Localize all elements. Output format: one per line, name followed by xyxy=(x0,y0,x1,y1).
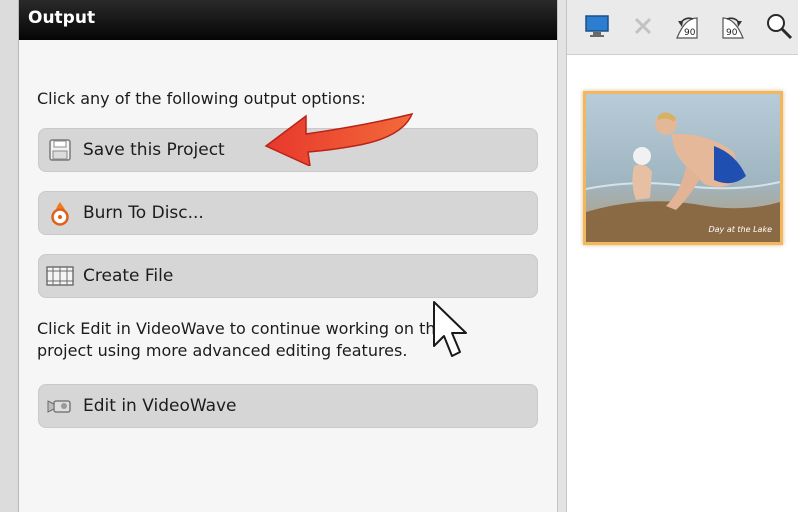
preview-toolbar: 90 90 xyxy=(567,0,798,55)
burn-to-disc-label: Burn To Disc... xyxy=(83,203,204,223)
edit-in-videowave-label: Edit in VideoWave xyxy=(83,396,237,416)
rotate-right-90-icon[interactable]: 90 xyxy=(717,10,749,42)
output-panel: Output Click any of the following output… xyxy=(19,0,557,512)
panel-splitter[interactable] xyxy=(557,0,567,512)
rotate-left-90-icon[interactable]: 90 xyxy=(671,10,703,42)
rotate-right-label: 90 xyxy=(726,28,738,38)
panel-title: Output xyxy=(19,0,557,40)
create-file-button[interactable]: Create File xyxy=(38,254,538,298)
save-project-label: Save this Project xyxy=(83,140,225,160)
floppy-disk-icon xyxy=(45,137,75,163)
mouse-pointer-icon xyxy=(433,301,467,357)
preview-area: 90 90 Day at the Lake xyxy=(567,0,798,512)
thumbnail-caption: Day at the Lake xyxy=(708,225,772,234)
burn-to-disc-button[interactable]: Burn To Disc... xyxy=(38,191,538,235)
monitor-icon[interactable] xyxy=(581,10,613,42)
create-file-label: Create File xyxy=(83,266,174,286)
annotation-arrow xyxy=(264,112,414,166)
instructions-text: Click any of the following output option… xyxy=(37,89,366,108)
zoom-icon[interactable] xyxy=(763,10,795,42)
video-camera-icon xyxy=(45,393,75,419)
window-left-border xyxy=(0,0,19,512)
rotate-left-label: 90 xyxy=(684,28,696,38)
project-thumbnail[interactable]: Day at the Lake xyxy=(583,91,783,245)
edit-in-videowave-button[interactable]: Edit in VideoWave xyxy=(38,384,538,428)
disc-burn-icon xyxy=(45,200,75,226)
delete-icon[interactable] xyxy=(627,10,659,42)
beach-photo: Day at the Lake xyxy=(585,94,781,242)
film-strip-icon xyxy=(45,263,75,289)
